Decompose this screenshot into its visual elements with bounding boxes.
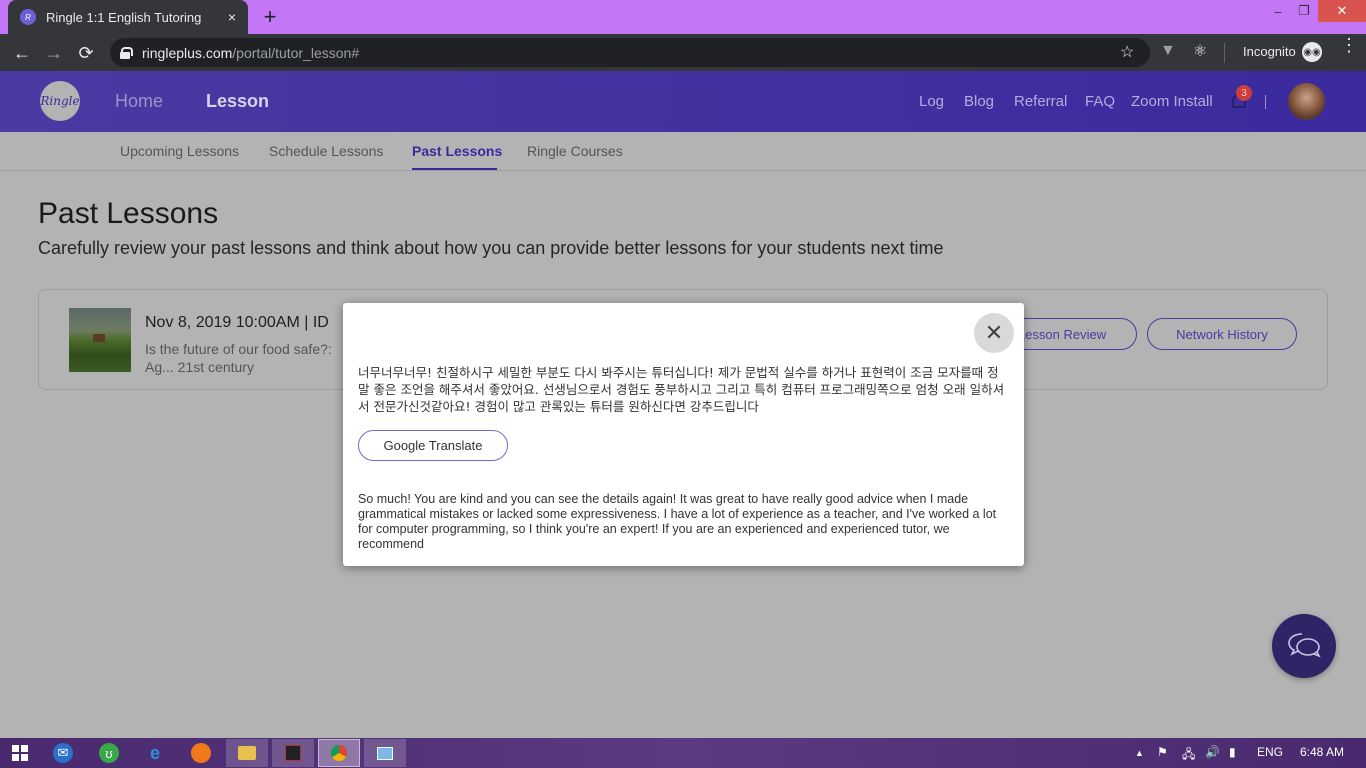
chat-bubbles-icon: [1288, 633, 1321, 658]
subtab-past-lessons[interactable]: Past Lessons: [412, 143, 502, 159]
outlook-icon[interactable]: ✉: [53, 743, 73, 763]
nav-log[interactable]: Log: [919, 93, 944, 110]
bookmark-star-icon[interactable]: ☆: [1120, 42, 1134, 62]
google-translate-button[interactable]: Google Translate: [358, 430, 508, 461]
firefox-icon[interactable]: [191, 743, 211, 763]
window-close-button[interactable]: ✕: [1318, 0, 1366, 22]
page-title: Past Lessons: [38, 197, 219, 230]
page-subtitle: Carefully review your past lessons and t…: [38, 238, 944, 258]
action-center-flag-icon[interactable]: ⚑: [1157, 745, 1168, 759]
incognito-icon[interactable]: ◉◉: [1302, 42, 1322, 62]
terminal-taskbar[interactable]: [272, 739, 314, 767]
incognito-label: Incognito: [1243, 44, 1296, 59]
tab-title: Ringle 1:1 English Tutoring: [46, 9, 202, 25]
nav-lesson[interactable]: Lesson: [206, 91, 269, 112]
nav-referral[interactable]: Referral: [1014, 93, 1067, 110]
modal-close-button[interactable]: ✕: [974, 313, 1014, 353]
new-tab-button[interactable]: +: [260, 4, 280, 30]
extension-v-icon[interactable]: ▼: [1160, 42, 1176, 60]
windows-taskbar: ✉ ʊ e ▲ ⚑ 🖧 🔊 ▮ ENG 6:48 AM: [0, 738, 1366, 768]
windows-start-icon[interactable]: [10, 743, 30, 763]
nav-home[interactable]: Home: [115, 91, 163, 112]
active-tab-indicator: [412, 168, 497, 170]
nav-zoom-install[interactable]: Zoom Install: [1131, 93, 1213, 110]
lock-icon: [120, 46, 133, 59]
subtab-upcoming-lessons[interactable]: Upcoming Lessons: [120, 143, 239, 159]
reload-button[interactable]: ⟳: [74, 41, 98, 65]
site-header: Ringle Home Lesson Log Blog Referral FAQ…: [0, 71, 1366, 132]
tray-expand-icon[interactable]: ▲: [1135, 748, 1144, 758]
url-host: ringleplus.com: [142, 44, 233, 61]
nav-divider: [1265, 95, 1266, 109]
lesson-datetime: Nov 8, 2019 10:00AM | ID: [145, 314, 329, 331]
clock[interactable]: 6:48 AM: [1300, 745, 1344, 759]
browser-toolbar: ← → ⟳ ringleplus.com/portal/tutor_lesson…: [0, 34, 1366, 71]
browser-tab[interactable]: R Ringle 1:1 English Tutoring ×: [8, 0, 248, 34]
user-avatar[interactable]: [1288, 83, 1325, 120]
battery-icon[interactable]: ▮: [1229, 745, 1236, 759]
react-devtools-icon[interactable]: ⚛: [1193, 41, 1207, 61]
restore-button[interactable]: ❐: [1286, 0, 1322, 22]
ringle-logo[interactable]: Ringle: [40, 81, 80, 121]
browser-titlebar: R Ringle 1:1 English Tutoring × + – ❐ ✕: [0, 0, 1366, 34]
tab-close-icon[interactable]: ×: [228, 9, 236, 25]
network-history-button[interactable]: Network History: [1147, 318, 1297, 350]
language-indicator[interactable]: ENG: [1257, 745, 1283, 759]
messenger-icon[interactable]: ʊ: [99, 743, 119, 763]
image-viewer-taskbar[interactable]: [364, 739, 406, 767]
volume-icon[interactable]: 🔊: [1205, 745, 1220, 759]
notification-badge: 3: [1236, 85, 1252, 101]
browser-menu-icon[interactable]: ⋮: [1340, 36, 1358, 54]
forward-button[interactable]: →: [42, 41, 66, 65]
file-explorer-taskbar[interactable]: [226, 739, 268, 767]
toolbar-divider: [1224, 43, 1225, 63]
subtab-ringle-courses[interactable]: Ringle Courses: [527, 143, 623, 159]
lesson-topic: Is the future of our food safe?: Ag... 2…: [145, 341, 332, 375]
chat-button[interactable]: [1272, 614, 1336, 678]
lesson-thumbnail: [69, 308, 131, 372]
back-button[interactable]: ←: [10, 41, 34, 65]
chrome-taskbar[interactable]: [318, 739, 360, 767]
nav-blog[interactable]: Blog: [964, 93, 994, 110]
url-path: /portal/tutor_lesson#: [232, 44, 360, 61]
lesson-subnav: Upcoming Lessons Schedule Lessons Past L…: [0, 132, 1366, 171]
ringle-favicon-icon: R: [20, 9, 36, 25]
network-icon[interactable]: 🖧: [1182, 745, 1195, 766]
internet-explorer-icon[interactable]: e: [145, 743, 165, 763]
review-modal: ✕ 너무너무너무! 친절하시구 세밀한 부분도 다시 봐주시는 튜터십니다! 제…: [343, 303, 1024, 566]
nav-faq[interactable]: FAQ: [1085, 93, 1115, 110]
translated-review-text: So much! You are kind and you can see th…: [358, 492, 997, 551]
subtab-schedule-lessons[interactable]: Schedule Lessons: [269, 143, 383, 159]
original-review-text: 너무너무너무! 친절하시구 세밀한 부분도 다시 봐주시는 튜터십니다! 제가 …: [358, 365, 1005, 414]
address-bar[interactable]: ringleplus.com/portal/tutor_lesson#: [110, 38, 1150, 67]
